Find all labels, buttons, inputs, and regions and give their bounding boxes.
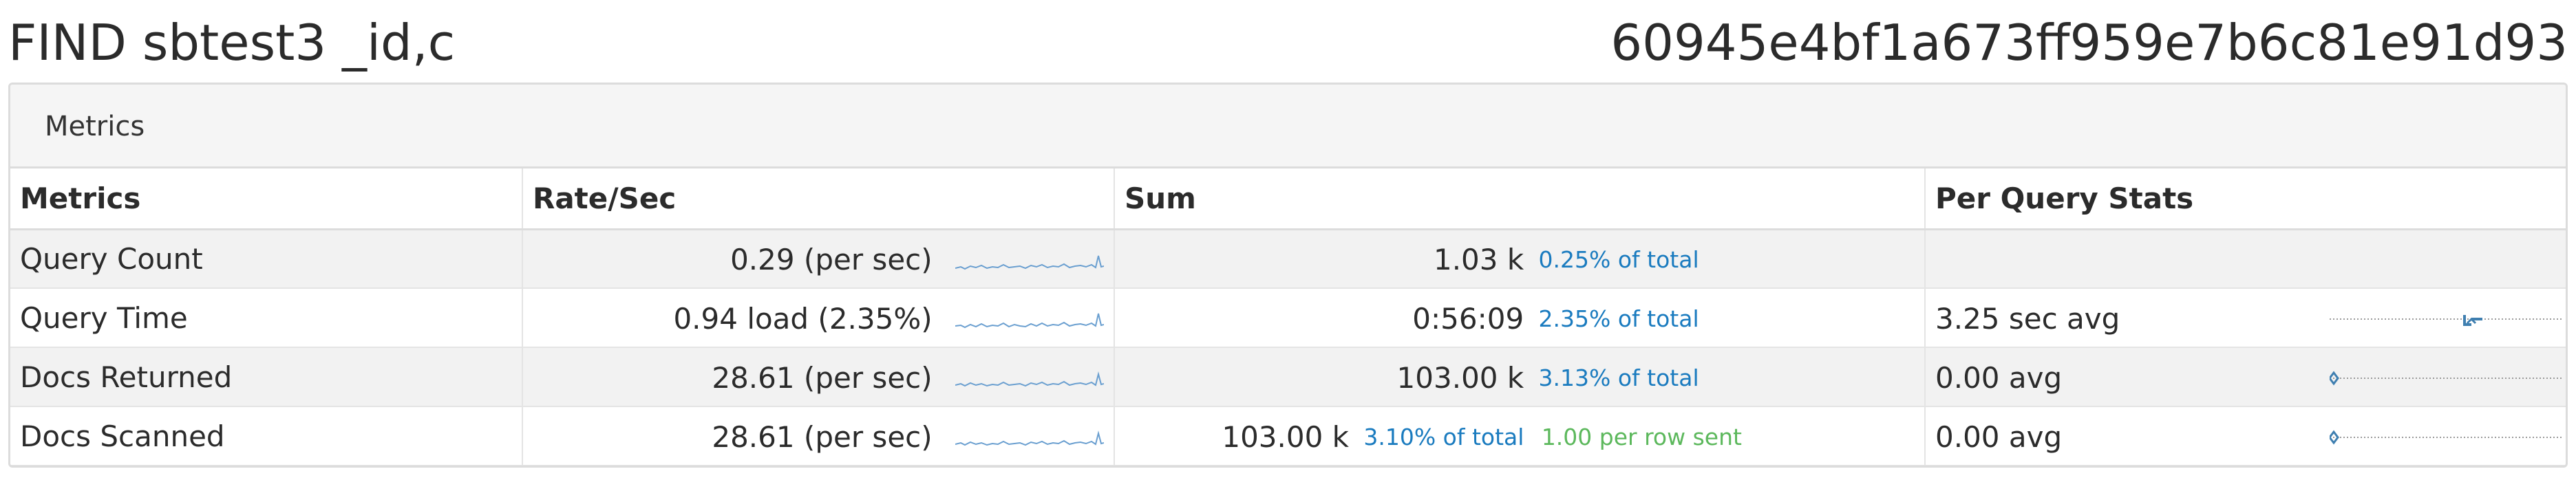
sum-value: 103.00 k [1222, 420, 1349, 454]
distribution-chart [2330, 430, 2564, 444]
sum-value: 0:56:09 [1412, 302, 1524, 336]
query-id: 60945e4bf1a673ff959e7b6c81e91d93 [1610, 14, 2568, 72]
per-query-cell: 0.00 avg [1925, 406, 2566, 466]
column-header-rate: Rate/Sec [522, 168, 1115, 230]
sparkline-chart [955, 371, 1104, 386]
distribution-chart [2330, 314, 2564, 326]
column-header-metrics: Metrics [10, 168, 523, 230]
rate-value: 28.61 (per sec) [712, 420, 933, 454]
per-query-cell: 3.25 sec avg [1925, 288, 2566, 348]
percent-of-total: 3.13% of total [1538, 364, 1699, 391]
panel-heading[interactable]: Metrics [10, 85, 2566, 168]
sum-value: 103.00 k [1396, 361, 1524, 395]
metric-name: Query Count [10, 229, 523, 289]
panel-title: Metrics [45, 111, 145, 142]
rate-cell: 0.94 load (2.35%) [522, 288, 1115, 348]
per-query-value: 3.25 sec avg [1935, 302, 2120, 336]
per-query-value: 0.00 avg [1935, 420, 2063, 454]
per-query-value: 0.00 avg [1935, 361, 2063, 395]
sum-cell: 103.00 k 3.13% of total [1114, 347, 1926, 407]
column-header-per-query: Per Query Stats [1925, 168, 2566, 230]
rate-cell: 28.61 (per sec) [522, 406, 1115, 466]
sparkline-chart [955, 430, 1104, 446]
percent-of-total: 3.10% of total [1363, 424, 1524, 450]
sum-value: 1.03 k [1433, 243, 1524, 277]
sum-cell: 0:56:09 2.35% of total [1114, 288, 1926, 348]
per-row-ratio: 1.00 per row sent [1541, 424, 1742, 450]
table-row: Query Time 0.94 load (2.35%) 0:56:09 2.3… [10, 288, 2566, 348]
percent-of-total: 0.25% of total [1538, 246, 1699, 274]
query-title: FIND sbtest3 _id,c [8, 14, 456, 72]
metric-name: Query Time [10, 288, 523, 348]
column-header-sum: Sum [1114, 168, 1926, 230]
sparkline-chart [955, 313, 1104, 328]
sparkline-chart [955, 255, 1104, 270]
per-query-cell [1925, 229, 2566, 289]
distribution-chart [2330, 371, 2564, 385]
metric-name: Docs Returned [10, 347, 523, 407]
sum-cell: 103.00 k 3.10% of total 1.00 per row sen… [1114, 406, 1926, 466]
table-row: Query Count 0.29 (per sec) 1.03 k 0.25% … [10, 229, 2566, 289]
table-header-row: Metrics Rate/Sec Sum Per Query Stats [10, 168, 2566, 230]
rate-value: 28.61 (per sec) [712, 361, 933, 395]
metrics-table: Metrics Rate/Sec Sum Per Query Stats Que… [10, 168, 2566, 466]
per-query-cell: 0.00 avg [1925, 347, 2566, 407]
rate-cell: 0.29 (per sec) [522, 229, 1115, 289]
sum-cell: 1.03 k 0.25% of total [1114, 229, 1926, 289]
rate-cell: 28.61 (per sec) [522, 347, 1115, 407]
rate-value: 0.29 (per sec) [730, 243, 933, 277]
metric-name: Docs Scanned [10, 406, 523, 466]
table-row: Docs Returned 28.61 (per sec) 103.00 k 3… [10, 347, 2566, 407]
metrics-panel: Metrics Metrics Rate/Sec Sum Per Query S… [8, 83, 2568, 468]
table-row: Docs Scanned 28.61 (per sec) 103.00 k 3.… [10, 406, 2566, 466]
page-header: FIND sbtest3 _id,c 60945e4bf1a673ff959e7… [8, 6, 2568, 74]
percent-of-total: 2.35% of total [1538, 305, 1699, 332]
rate-value: 0.94 load (2.35%) [673, 302, 933, 336]
